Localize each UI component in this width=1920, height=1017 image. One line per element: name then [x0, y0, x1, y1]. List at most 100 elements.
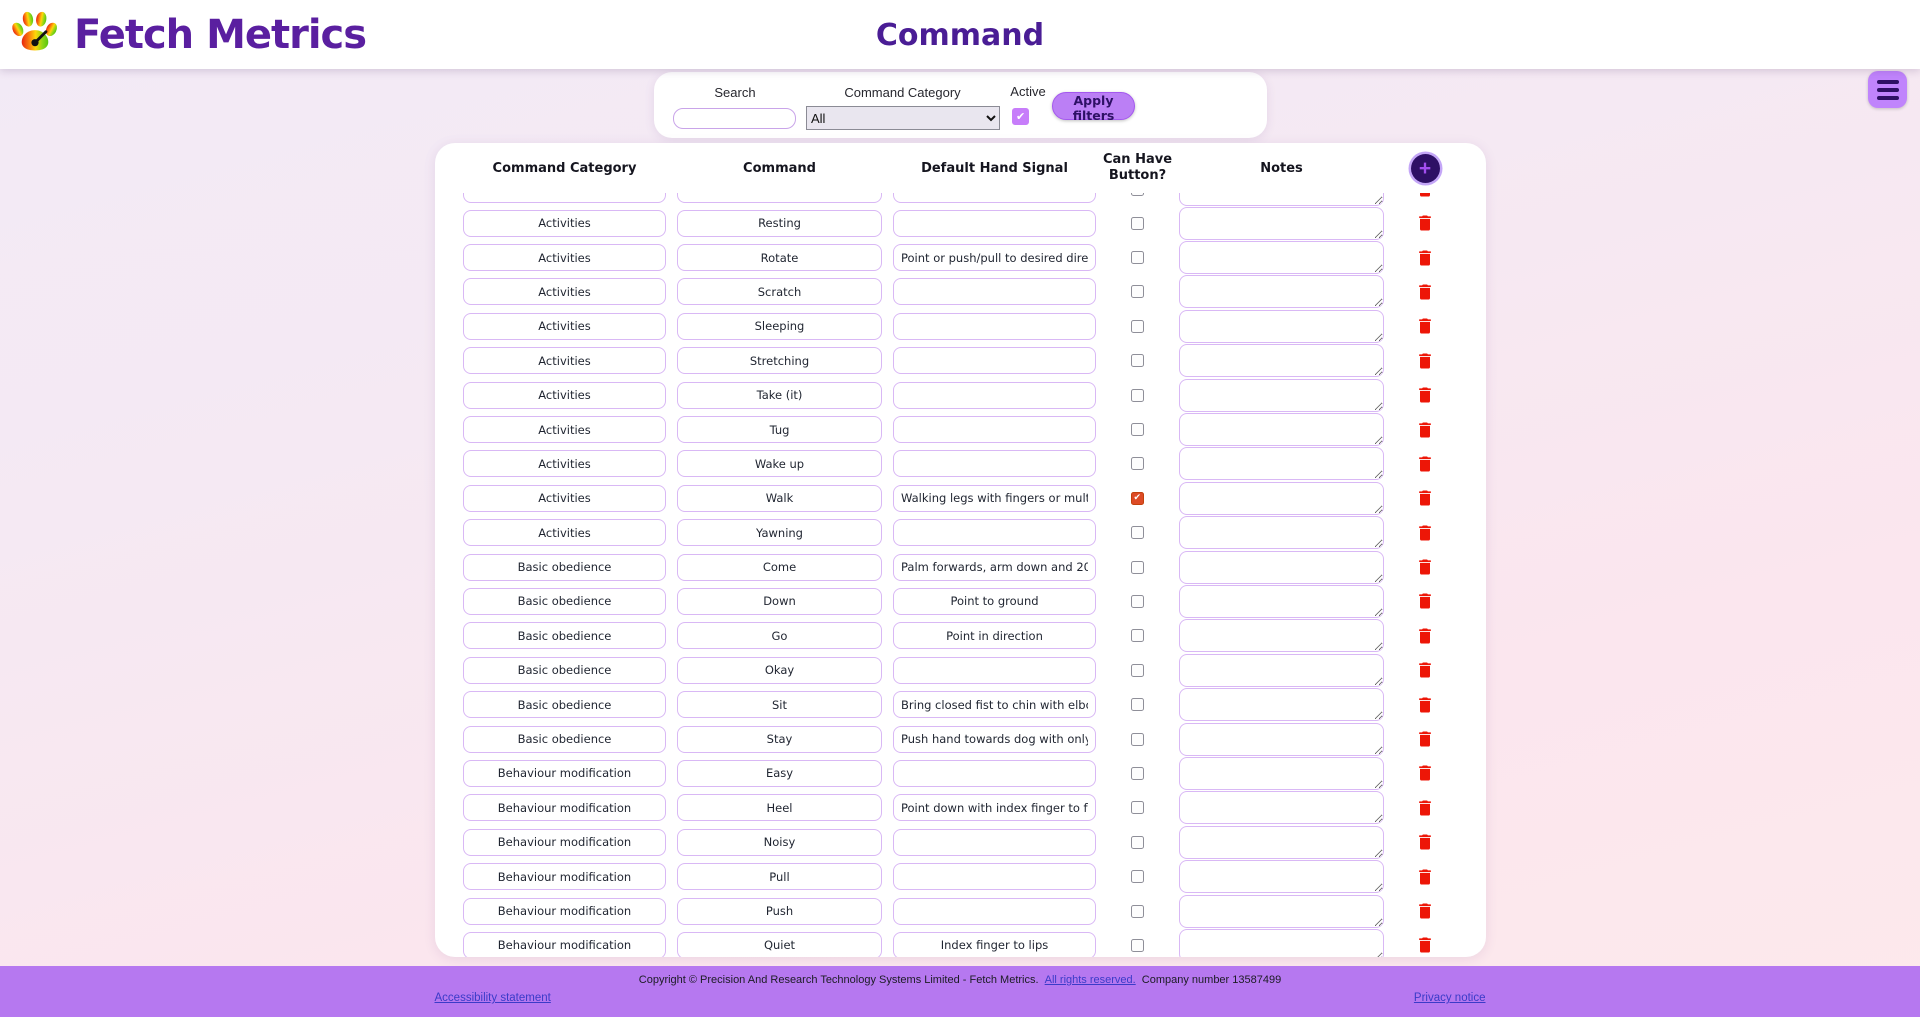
- hand-signal-input[interactable]: [893, 829, 1096, 856]
- category-input[interactable]: [463, 760, 666, 787]
- add-row-button[interactable]: +: [1411, 154, 1440, 183]
- can-have-button-checkbox[interactable]: [1131, 217, 1144, 230]
- delete-row-button[interactable]: [1415, 762, 1435, 784]
- notes-textarea[interactable]: [1179, 379, 1384, 412]
- delete-row-button[interactable]: [1415, 590, 1435, 612]
- command-input[interactable]: [677, 932, 882, 957]
- hand-signal-input[interactable]: [893, 193, 1096, 203]
- category-input[interactable]: [463, 863, 666, 890]
- can-have-button-checkbox[interactable]: [1131, 595, 1144, 608]
- notes-textarea[interactable]: [1179, 654, 1384, 687]
- delete-row-button[interactable]: [1415, 728, 1435, 750]
- category-input[interactable]: [463, 691, 666, 718]
- category-input[interactable]: [463, 794, 666, 821]
- notes-textarea[interactable]: [1179, 241, 1384, 274]
- can-have-button-checkbox[interactable]: [1131, 423, 1144, 436]
- hand-signal-input[interactable]: [893, 622, 1096, 649]
- command-input[interactable]: [677, 382, 882, 409]
- command-input[interactable]: [677, 898, 882, 925]
- all-rights-reserved-link[interactable]: All rights reserved.: [1045, 974, 1136, 986]
- command-input[interactable]: [677, 863, 882, 890]
- active-checkbox[interactable]: [1012, 108, 1029, 125]
- command-input[interactable]: [677, 829, 882, 856]
- delete-row-button[interactable]: [1415, 384, 1435, 406]
- notes-textarea[interactable]: [1179, 447, 1384, 480]
- command-input[interactable]: [677, 485, 882, 512]
- category-input[interactable]: [463, 347, 666, 374]
- delete-row-button[interactable]: [1415, 281, 1435, 303]
- category-input[interactable]: [463, 932, 666, 957]
- notes-textarea[interactable]: [1179, 895, 1384, 928]
- command-input[interactable]: [677, 244, 882, 271]
- can-have-button-checkbox[interactable]: [1131, 939, 1144, 952]
- category-input[interactable]: [463, 210, 666, 237]
- delete-row-button[interactable]: [1415, 419, 1435, 441]
- command-input[interactable]: [677, 193, 882, 203]
- delete-row-button[interactable]: [1415, 556, 1435, 578]
- delete-row-button[interactable]: [1415, 522, 1435, 544]
- hand-signal-input[interactable]: [893, 244, 1096, 271]
- hand-signal-input[interactable]: [893, 760, 1096, 787]
- notes-textarea[interactable]: [1179, 791, 1384, 824]
- notes-textarea[interactable]: [1179, 619, 1384, 652]
- notes-textarea[interactable]: [1179, 344, 1384, 377]
- hand-signal-input[interactable]: [893, 519, 1096, 546]
- apply-filters-button[interactable]: Apply filters: [1052, 92, 1135, 120]
- category-input[interactable]: [463, 244, 666, 271]
- delete-row-button[interactable]: [1415, 866, 1435, 888]
- category-input[interactable]: [463, 485, 666, 512]
- can-have-button-checkbox[interactable]: [1131, 767, 1144, 780]
- hand-signal-input[interactable]: [893, 657, 1096, 684]
- notes-textarea[interactable]: [1179, 413, 1384, 446]
- can-have-button-checkbox[interactable]: [1131, 905, 1144, 918]
- search-input[interactable]: [673, 108, 796, 129]
- delete-row-button[interactable]: [1415, 900, 1435, 922]
- notes-textarea[interactable]: [1179, 826, 1384, 859]
- delete-row-button[interactable]: [1415, 934, 1435, 956]
- delete-row-button[interactable]: [1415, 625, 1435, 647]
- category-input[interactable]: [463, 622, 666, 649]
- notes-textarea[interactable]: [1179, 193, 1384, 206]
- command-input[interactable]: [677, 347, 882, 374]
- hand-signal-input[interactable]: [893, 554, 1096, 581]
- can-have-button-checkbox[interactable]: [1131, 870, 1144, 883]
- hand-signal-input[interactable]: [893, 932, 1096, 957]
- delete-row-button[interactable]: [1415, 831, 1435, 853]
- delete-row-button[interactable]: [1415, 453, 1435, 475]
- delete-row-button[interactable]: [1415, 694, 1435, 716]
- notes-textarea[interactable]: [1179, 757, 1384, 790]
- category-input[interactable]: [463, 588, 666, 615]
- delete-row-button[interactable]: [1415, 193, 1435, 200]
- hand-signal-input[interactable]: [893, 416, 1096, 443]
- category-input[interactable]: [463, 416, 666, 443]
- hand-signal-input[interactable]: [893, 863, 1096, 890]
- hand-signal-input[interactable]: [893, 210, 1096, 237]
- notes-textarea[interactable]: [1179, 516, 1384, 549]
- command-input[interactable]: [677, 313, 882, 340]
- hand-signal-input[interactable]: [893, 382, 1096, 409]
- notes-textarea[interactable]: [1179, 585, 1384, 618]
- can-have-button-checkbox[interactable]: [1131, 320, 1144, 333]
- command-input[interactable]: [677, 416, 882, 443]
- category-input[interactable]: [463, 450, 666, 477]
- command-input[interactable]: [677, 554, 882, 581]
- command-input[interactable]: [677, 519, 882, 546]
- can-have-button-checkbox[interactable]: [1131, 389, 1144, 402]
- delete-row-button[interactable]: [1415, 247, 1435, 269]
- can-have-button-checkbox[interactable]: [1131, 698, 1144, 711]
- hand-signal-input[interactable]: [893, 450, 1096, 477]
- command-input[interactable]: [677, 691, 882, 718]
- category-input[interactable]: [463, 313, 666, 340]
- command-input[interactable]: [677, 210, 882, 237]
- notes-textarea[interactable]: [1179, 482, 1384, 515]
- delete-row-button[interactable]: [1415, 212, 1435, 234]
- category-input[interactable]: [463, 193, 666, 203]
- notes-textarea[interactable]: [1179, 688, 1384, 721]
- delete-row-button[interactable]: [1415, 797, 1435, 819]
- can-have-button-checkbox[interactable]: [1131, 526, 1144, 539]
- hand-signal-input[interactable]: [893, 278, 1096, 305]
- hand-signal-input[interactable]: [893, 691, 1096, 718]
- notes-textarea[interactable]: [1179, 929, 1384, 957]
- command-input[interactable]: [677, 760, 882, 787]
- hand-signal-input[interactable]: [893, 347, 1096, 374]
